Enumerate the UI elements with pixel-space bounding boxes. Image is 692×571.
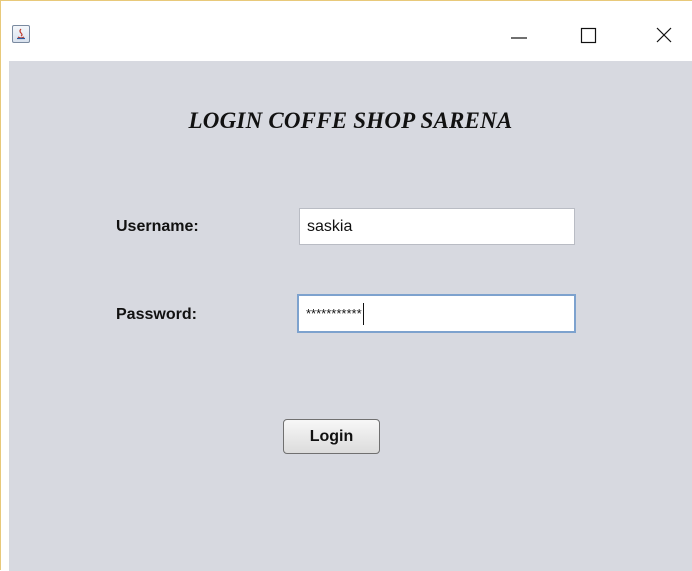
close-button[interactable]: [641, 13, 687, 57]
username-field[interactable]: saskia: [299, 208, 575, 245]
minimize-button[interactable]: [496, 13, 542, 57]
minimize-icon: [511, 37, 527, 39]
password-label: Password:: [116, 306, 197, 323]
close-icon: [656, 27, 672, 43]
username-value: saskia: [307, 217, 353, 235]
maximize-button[interactable]: [566, 13, 612, 57]
username-label: Username:: [116, 218, 199, 235]
maximize-icon: [580, 27, 597, 44]
login-window: LOGIN COFFE SHOP SARENA Username: saskia…: [0, 0, 692, 571]
login-panel: LOGIN COFFE SHOP SARENA Username: saskia…: [9, 61, 692, 571]
password-value: ***********: [306, 306, 362, 321]
login-button[interactable]: Login: [283, 419, 380, 454]
title-bar[interactable]: [1, 1, 692, 61]
page-title: LOGIN COFFE SHOP SARENA: [188, 108, 513, 133]
text-caret: [362, 302, 364, 325]
java-icon[interactable]: [12, 25, 30, 43]
password-field[interactable]: ***********: [297, 294, 576, 333]
